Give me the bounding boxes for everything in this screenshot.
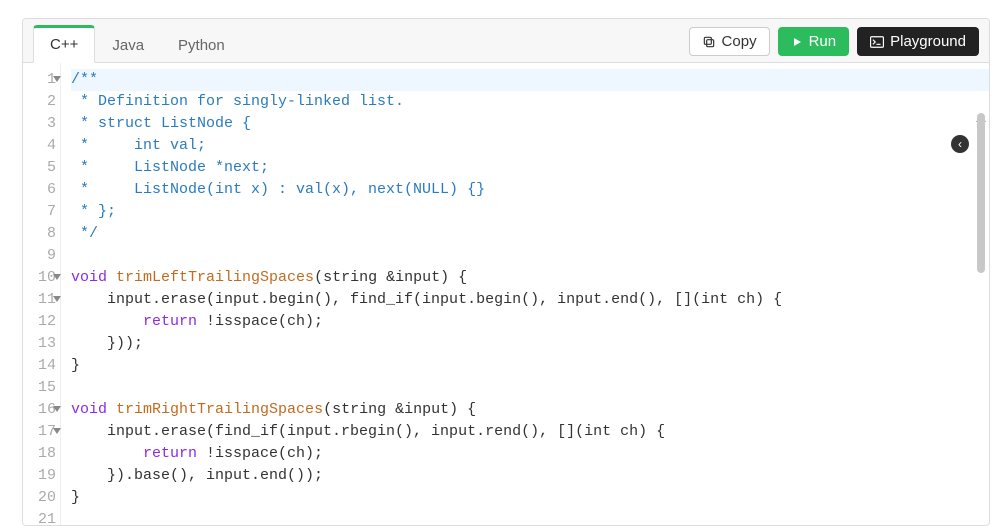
line-number: 17 xyxy=(23,421,60,443)
line-number: 16 xyxy=(23,399,60,421)
terminal-icon xyxy=(870,36,884,48)
code-line[interactable]: void trimLeftTrailingSpaces(string &inpu… xyxy=(71,267,989,289)
code-area[interactable]: /** * Definition for singly-linked list.… xyxy=(61,63,989,525)
copy-button[interactable]: Copy xyxy=(689,27,770,56)
fold-marker-icon[interactable] xyxy=(53,428,61,434)
code-panel: C++JavaPython Copy Run Playground xyxy=(22,18,990,526)
line-number: 15 xyxy=(23,377,60,399)
code-line[interactable]: }).base(), input.end()); xyxy=(71,465,989,487)
code-line[interactable]: input.erase(find_if(input.rbegin(), inpu… xyxy=(71,421,989,443)
line-number: 20 xyxy=(23,487,60,509)
line-number: 1 xyxy=(23,69,60,91)
tab-c++[interactable]: C++ xyxy=(33,25,95,63)
line-number: 5 xyxy=(23,157,60,179)
copy-icon xyxy=(702,35,716,49)
code-line[interactable] xyxy=(71,245,989,267)
line-number: 2 xyxy=(23,91,60,113)
fold-marker-icon[interactable] xyxy=(53,296,61,302)
line-number: 10 xyxy=(23,267,60,289)
scrollbar-thumb[interactable] xyxy=(977,113,985,273)
code-line[interactable] xyxy=(71,509,989,525)
code-line[interactable]: * int val; xyxy=(71,135,989,157)
code-line[interactable]: * ListNode(int x) : val(x), next(NULL) {… xyxy=(71,179,989,201)
line-number: 7 xyxy=(23,201,60,223)
code-line[interactable]: * Definition for singly-linked list. xyxy=(71,91,989,113)
code-line[interactable] xyxy=(71,377,989,399)
line-number: 4 xyxy=(23,135,60,157)
tab-python[interactable]: Python xyxy=(161,26,242,63)
code-line[interactable]: input.erase(input.begin(), find_if(input… xyxy=(71,289,989,311)
line-number: 3 xyxy=(23,113,60,135)
line-number-gutter: 123456789101112131415161718192021 xyxy=(23,63,61,525)
editor[interactable]: 123456789101112131415161718192021 /** * … xyxy=(23,63,989,525)
run-label: Run xyxy=(809,34,837,49)
line-number: 21 xyxy=(23,509,60,525)
code-line[interactable]: * }; xyxy=(71,201,989,223)
code-line[interactable]: */ xyxy=(71,223,989,245)
vertical-scrollbar[interactable] xyxy=(975,113,987,519)
line-number: 14 xyxy=(23,355,60,377)
playground-button[interactable]: Playground xyxy=(857,27,979,56)
play-icon xyxy=(791,36,803,48)
line-number: 6 xyxy=(23,179,60,201)
code-line[interactable]: * struct ListNode { xyxy=(71,113,989,135)
code-line[interactable]: } xyxy=(71,487,989,509)
code-line[interactable]: void trimRightTrailingSpaces(string &inp… xyxy=(71,399,989,421)
line-number: 19 xyxy=(23,465,60,487)
line-number: 18 xyxy=(23,443,60,465)
line-number: 9 xyxy=(23,245,60,267)
code-line[interactable]: } xyxy=(71,355,989,377)
line-number: 11 xyxy=(23,289,60,311)
code-line[interactable]: })); xyxy=(71,333,989,355)
copy-label: Copy xyxy=(722,34,757,49)
fold-marker-icon[interactable] xyxy=(53,76,61,82)
language-tabs: C++JavaPython xyxy=(33,19,242,62)
topbar: C++JavaPython Copy Run Playground xyxy=(23,19,989,63)
code-line[interactable]: return !isspace(ch); xyxy=(71,443,989,465)
code-line[interactable]: /** xyxy=(71,69,989,91)
fold-marker-icon[interactable] xyxy=(53,406,61,412)
tab-java[interactable]: Java xyxy=(95,26,161,63)
line-number: 12 xyxy=(23,311,60,333)
fold-marker-icon[interactable] xyxy=(53,274,61,280)
playground-label: Playground xyxy=(890,34,966,49)
run-button[interactable]: Run xyxy=(778,27,850,56)
action-buttons: Copy Run Playground xyxy=(689,27,979,62)
code-line[interactable]: * ListNode *next; xyxy=(71,157,989,179)
line-number: 13 xyxy=(23,333,60,355)
code-line[interactable]: return !isspace(ch); xyxy=(71,311,989,333)
line-number: 8 xyxy=(23,223,60,245)
chevron-left-icon: ‹ xyxy=(958,137,962,151)
collapse-hint-icon[interactable]: ‹ xyxy=(951,135,969,153)
